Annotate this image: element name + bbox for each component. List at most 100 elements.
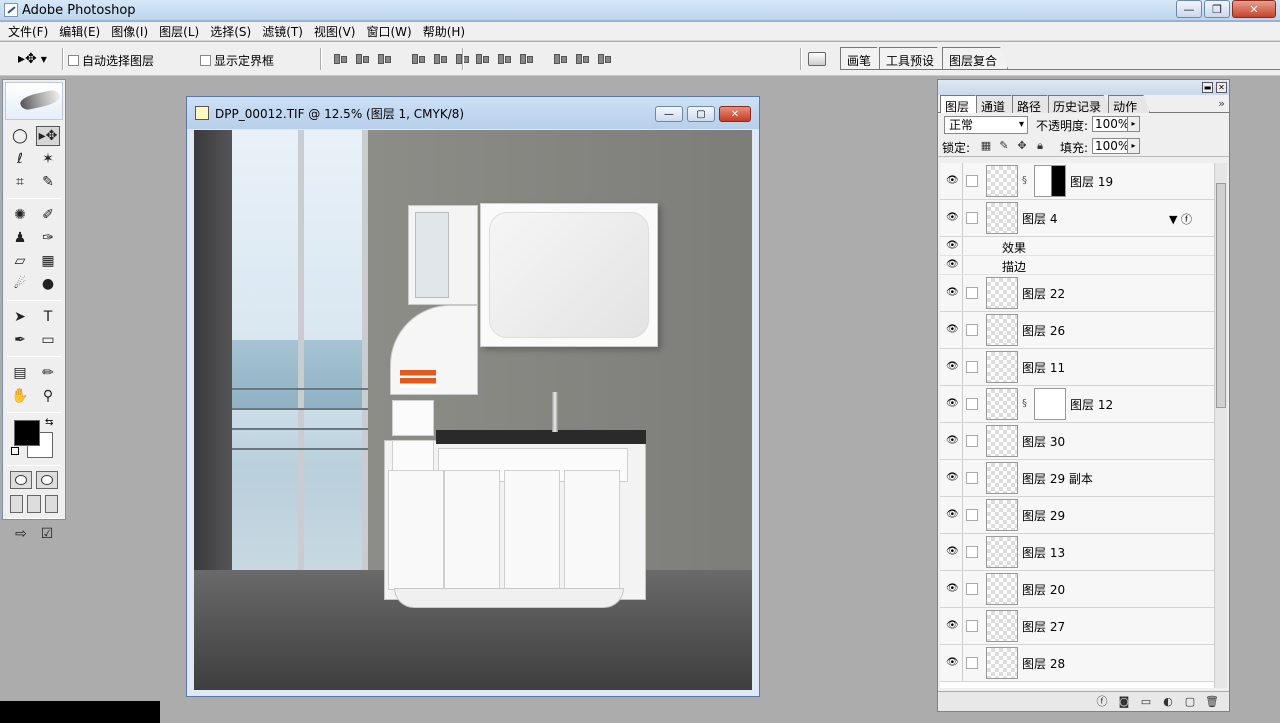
distribute-hcenter-icon[interactable]: [574, 51, 590, 65]
path-selection-tool-icon[interactable]: ➤: [8, 307, 32, 327]
menu-filter[interactable]: 滤镜(T): [258, 23, 310, 40]
layer-list-scrollbar[interactable]: [1214, 163, 1227, 688]
layer-row[interactable]: 👁︎ 图层 26: [940, 312, 1214, 349]
layer-row[interactable]: 👁︎ 图层 28: [940, 645, 1214, 682]
clone-stamp-tool-icon[interactable]: ♟: [8, 228, 32, 248]
align-hcenter-icon[interactable]: [432, 51, 448, 65]
new-layer-icon[interactable]: ▢: [1183, 695, 1197, 709]
align-left-icon[interactable]: [410, 51, 426, 65]
menu-file[interactable]: 文件(F): [4, 23, 55, 40]
scrollbar-thumb[interactable]: [1216, 183, 1226, 408]
layer-link-box[interactable]: [966, 472, 978, 484]
default-colors-icon[interactable]: [11, 447, 19, 455]
visibility-eye-icon[interactable]: 👁︎: [946, 175, 959, 187]
well-tab-layer-comps[interactable]: 图层复合: [942, 47, 1009, 69]
distribute-left-icon[interactable]: [552, 51, 568, 65]
hand-tool-icon[interactable]: ✋: [8, 386, 32, 406]
effects-row[interactable]: 👁︎ 效果: [940, 237, 1214, 256]
tab-channels[interactable]: 通道: [976, 95, 1019, 113]
tab-actions[interactable]: 动作: [1108, 95, 1151, 113]
magic-wand-tool-icon[interactable]: ✶: [36, 149, 60, 169]
edit-checkmark-icon[interactable]: ☑: [36, 524, 58, 544]
checkbox-box[interactable]: [200, 55, 211, 66]
delete-layer-icon[interactable]: 🗑︎: [1205, 695, 1219, 709]
tab-history[interactable]: 历史记录: [1048, 95, 1115, 113]
doc-close-button[interactable]: ✕: [719, 106, 751, 122]
full-screen-mode-button[interactable]: [44, 495, 58, 513]
add-mask-icon[interactable]: ◙: [1117, 695, 1131, 709]
layer-row[interactable]: 👁︎ 图层 27: [940, 608, 1214, 645]
layer-row[interactable]: 👁︎ § 图层 12: [940, 386, 1214, 423]
lock-image-icon[interactable]: ✎: [998, 140, 1010, 152]
layer-link-box[interactable]: [966, 398, 978, 410]
layer-link-box[interactable]: [966, 212, 978, 224]
visibility-eye-icon[interactable]: 👁︎: [946, 240, 959, 251]
panel-close-button[interactable]: ✕: [1216, 82, 1227, 93]
visibility-eye-icon[interactable]: 👁︎: [946, 472, 959, 484]
tool-preset-picker[interactable]: ▸✥ ▼: [18, 50, 54, 68]
blur-tool-icon[interactable]: ☄: [8, 274, 32, 294]
panel-menu-icon[interactable]: »: [1218, 97, 1225, 110]
menu-layer[interactable]: 图层(L): [155, 23, 206, 40]
type-tool-icon[interactable]: T: [36, 307, 60, 327]
jump-to-imageready-icon[interactable]: ⇨: [10, 524, 32, 544]
eraser-tool-icon[interactable]: ▱: [8, 251, 32, 271]
shape-tool-icon[interactable]: ▭: [36, 330, 60, 350]
align-bottom-icon[interactable]: [376, 51, 392, 65]
tab-paths[interactable]: 路径: [1012, 95, 1055, 113]
marquee-tool-icon[interactable]: ◯: [8, 126, 32, 146]
dodge-tool-icon[interactable]: ●: [36, 274, 60, 294]
mask-link-icon[interactable]: §: [1022, 175, 1027, 186]
visibility-eye-icon[interactable]: 👁︎: [946, 259, 959, 270]
layer-link-box[interactable]: [966, 583, 978, 595]
distribute-top-icon[interactable]: [474, 51, 490, 65]
layer-link-box[interactable]: [966, 361, 978, 373]
layers-panel-header[interactable]: ▬ ✕: [938, 80, 1229, 95]
layer-mask-thumbnail[interactable]: [1034, 388, 1066, 420]
pen-tool-icon[interactable]: ✒: [8, 330, 32, 350]
layer-row[interactable]: 👁︎ 图层 20: [940, 571, 1214, 608]
distribute-bottom-icon[interactable]: [518, 51, 534, 65]
show-bounding-box-checkbox[interactable]: 显示定界框: [200, 52, 274, 69]
doc-maximize-button[interactable]: ▢: [687, 106, 715, 122]
visibility-eye-icon[interactable]: 👁︎: [946, 287, 959, 299]
layer-row[interactable]: 👁︎ 图层 4 ▼ ⓕ: [940, 200, 1214, 237]
lock-transparent-icon[interactable]: ▦: [980, 140, 992, 152]
standard-mode-button[interactable]: [10, 471, 32, 489]
well-tab-tool-presets[interactable]: 工具预设: [879, 47, 946, 69]
distribute-right-icon[interactable]: [596, 51, 612, 65]
add-layer-style-icon[interactable]: ⓕ: [1095, 695, 1109, 709]
well-tab-brushes[interactable]: 画笔: [840, 47, 883, 69]
layer-link-box[interactable]: [966, 509, 978, 521]
brush-tool-icon[interactable]: ✐: [36, 205, 60, 225]
fill-slider-arrow-icon[interactable]: ▸: [1127, 139, 1139, 153]
layer-row[interactable]: 👁︎ 图层 22: [940, 275, 1214, 312]
visibility-eye-icon[interactable]: 👁︎: [946, 657, 959, 669]
layer-row[interactable]: 👁︎ 图层 11: [940, 349, 1214, 386]
zoom-tool-icon[interactable]: ⚲: [36, 386, 60, 406]
visibility-eye-icon[interactable]: 👁︎: [946, 324, 959, 336]
layer-effects-icon[interactable]: ▼ ⓕ: [1169, 211, 1192, 227]
doc-minimize-button[interactable]: —: [655, 106, 683, 122]
align-vcenter-icon[interactable]: [354, 51, 370, 65]
palette-well-icon[interactable]: [808, 52, 826, 66]
menu-window[interactable]: 窗口(W): [362, 23, 418, 40]
layer-row[interactable]: 👁︎ 图层 13: [940, 534, 1214, 571]
menu-image[interactable]: 图像(I): [107, 23, 155, 40]
layer-link-box[interactable]: [966, 175, 978, 187]
layer-link-box[interactable]: [966, 324, 978, 336]
minimize-button[interactable]: —: [1176, 0, 1202, 18]
menu-help[interactable]: 帮助(H): [419, 23, 472, 40]
history-brush-tool-icon[interactable]: ✑: [36, 228, 60, 248]
auto-select-layer-checkbox[interactable]: 自动选择图层: [68, 52, 154, 69]
layer-link-box[interactable]: [966, 435, 978, 447]
layer-row[interactable]: 👁︎ 图层 30: [940, 423, 1214, 460]
layer-link-box[interactable]: [966, 620, 978, 632]
opacity-slider-arrow-icon[interactable]: ▸: [1127, 117, 1139, 131]
gradient-tool-icon[interactable]: ▦: [36, 251, 60, 271]
visibility-eye-icon[interactable]: 👁︎: [946, 361, 959, 373]
menu-view[interactable]: 视图(V): [310, 23, 363, 40]
new-adjustment-layer-icon[interactable]: ◐: [1161, 695, 1175, 709]
visibility-eye-icon[interactable]: 👁︎: [946, 509, 959, 521]
fill-input[interactable]: 100% ▸: [1092, 138, 1140, 154]
